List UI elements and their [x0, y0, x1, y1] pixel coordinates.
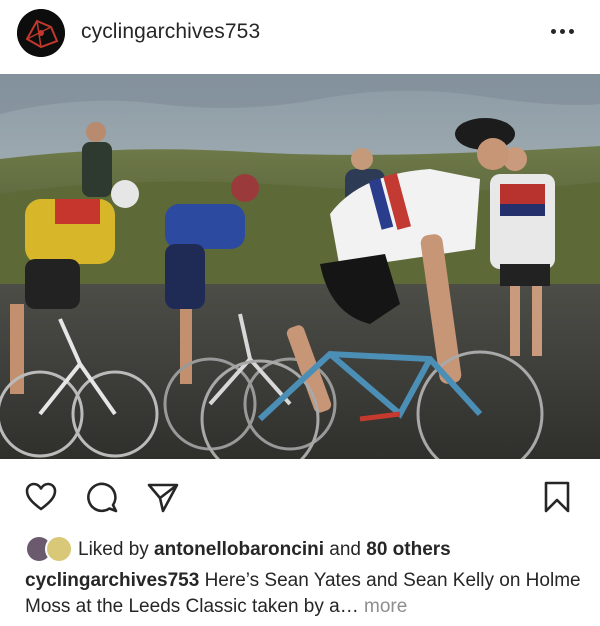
action-bar [0, 470, 600, 520]
likes-summary[interactable]: Liked by antonellobaroncini and 80 other… [78, 539, 451, 561]
heart-icon[interactable] [24, 480, 58, 514]
likes-row: Liked by antonellobaroncini and 80 other… [0, 532, 600, 566]
post-header: cyclingarchives753 [0, 0, 600, 66]
post-username[interactable]: cyclingarchives753 [81, 20, 260, 44]
comment-icon[interactable] [85, 480, 119, 514]
post-caption: cyclingarchives753 Here’s Sean Yates and… [25, 568, 585, 620]
paper-plane-icon[interactable] [146, 480, 180, 514]
liker-avatar[interactable] [45, 535, 73, 563]
likes-middle: and [324, 539, 367, 560]
likes-others-count[interactable]: 80 others [366, 539, 450, 560]
caption-more-link[interactable]: more [364, 596, 407, 617]
caption-username[interactable]: cyclingarchives753 [25, 570, 199, 591]
liker-username[interactable]: antonellobaroncini [154, 539, 324, 560]
ellipsis-icon[interactable] [551, 29, 579, 39]
post-photo[interactable] [0, 74, 600, 459]
avatar[interactable] [17, 9, 65, 57]
likes-prefix: Liked by [78, 539, 155, 560]
bookmark-icon[interactable] [540, 480, 574, 514]
